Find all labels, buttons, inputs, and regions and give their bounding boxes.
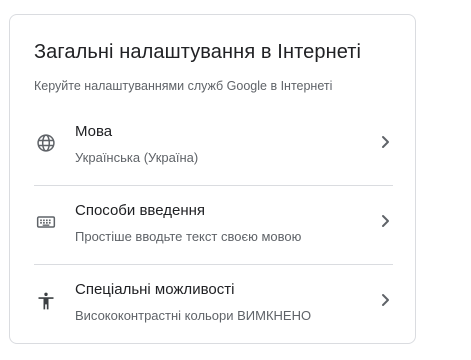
accessibility-description: Висококонтрастні кольори ВИМКНЕНО — [75, 308, 312, 323]
chevron-right-icon — [377, 213, 393, 229]
keyboard-icon — [36, 212, 56, 232]
input-methods-description: Простіше вводьте текст своєю мовою — [75, 229, 302, 244]
card-subtitle: Керуйте налаштуваннями служб Google в Ін… — [34, 79, 333, 93]
chevron-right-icon — [377, 292, 393, 308]
language-row[interactable]: Мова Українська (Україна) — [34, 107, 393, 185]
language-title: Мова — [75, 123, 113, 140]
card-title: Загальні налаштування в Інтернеті — [34, 41, 362, 63]
globe-icon — [36, 133, 56, 153]
input-methods-title: Способи введення — [75, 202, 206, 219]
accessibility-row[interactable]: Спеціальні можливості Висококонтрастні к… — [34, 264, 393, 342]
general-web-settings-card: Загальні налаштування в Інтернеті Керуйт… — [9, 14, 416, 344]
accessibility-title: Спеціальні можливості — [75, 281, 235, 298]
chevron-right-icon — [377, 134, 393, 150]
input-methods-row[interactable]: Способи введення Простіше вводьте текст … — [34, 185, 393, 263]
accessibility-icon — [36, 291, 56, 311]
language-description: Українська (Україна) — [75, 150, 199, 165]
